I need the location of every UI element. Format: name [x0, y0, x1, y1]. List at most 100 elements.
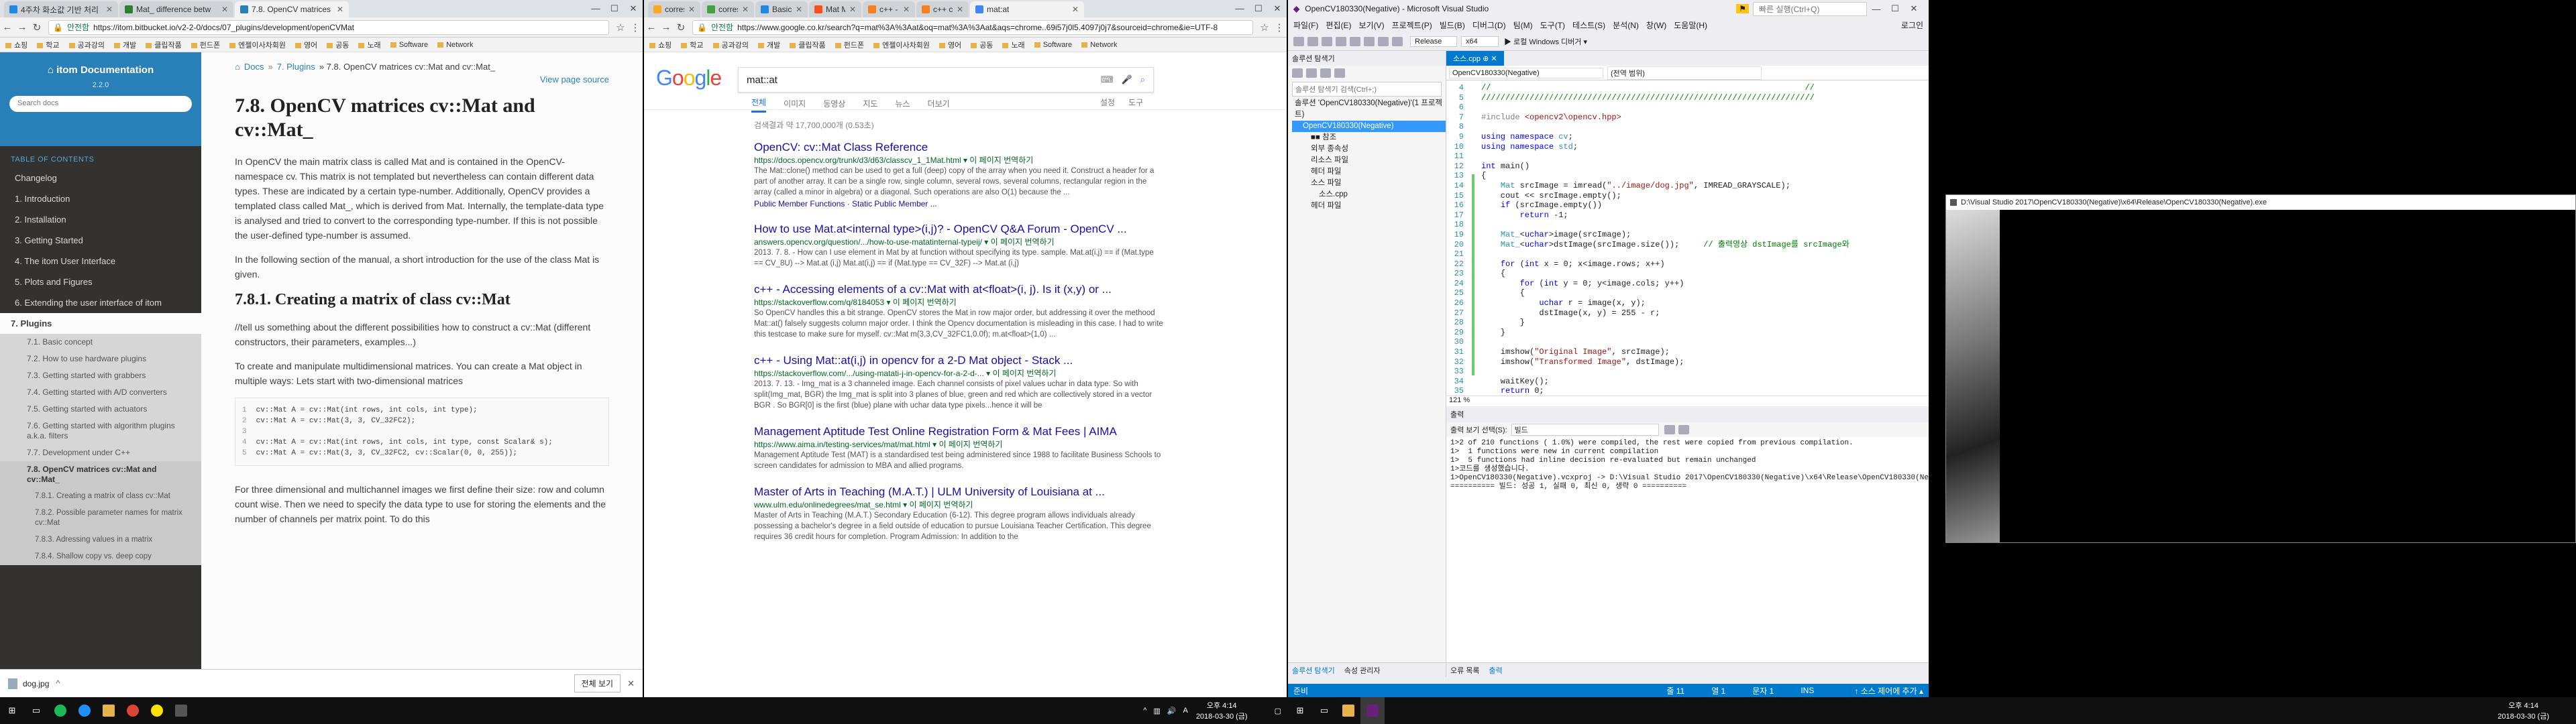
result-url[interactable]: https://docs.opencv.org/trunk/d3/d63/cla…	[754, 155, 1163, 166]
docs-title-link[interactable]: ⌂ itom Documentation	[0, 64, 201, 76]
breadcrumb-docs[interactable]: Docs	[244, 62, 264, 72]
bookmark-item[interactable]: 공동	[327, 40, 349, 50]
back-icon[interactable]: ←	[644, 21, 659, 33]
toc-subitem[interactable]: 7.6. Getting started with algorithm plug…	[0, 418, 201, 444]
result-sublinks[interactable]: Public Member Functions · Static Public …	[754, 199, 1163, 208]
vs-menu-item[interactable]: 도구(T)	[1540, 19, 1565, 31]
bookmark-item[interactable]: 노래	[358, 40, 380, 50]
add-to-source-control[interactable]: ↑ 소스 제어에 추가 ▴	[1854, 685, 1923, 697]
browser-tab[interactable]: correspo✕	[702, 1, 754, 17]
pin-icon[interactable]: ⊕	[1483, 55, 1489, 63]
left-url-input[interactable]: 🔒 안전함 https://itom.bitbucket.io/v2-2-0/d…	[48, 19, 609, 35]
vs-menu-item[interactable]: 창(W)	[1646, 19, 1666, 31]
tab-close-icon[interactable]: ✕	[899, 5, 910, 14]
tree-node[interactable]: OpenCV180330(Negative)	[1292, 121, 1446, 132]
tab-close-icon[interactable]: ✕	[1068, 5, 1079, 14]
bookmark-item[interactable]: 클립작품	[146, 40, 181, 50]
start-debugging-button[interactable]: ▶ 로컬 Windows 디버거 ▾	[1504, 36, 1587, 47]
toc-subitem[interactable]: 7.2. How to use hardware plugins	[0, 351, 201, 367]
bookmark-item[interactable]: 공과강의	[69, 40, 105, 50]
result-url[interactable]: https://stackoverflow.com/q/8184053 ▾ 이 …	[754, 297, 1163, 308]
close-button[interactable]: ✕	[624, 3, 643, 14]
maximize-button[interactable]: ☐	[605, 3, 624, 14]
start-icon[interactable]: ⊞	[0, 697, 24, 724]
toc-subitem[interactable]: 7.4. Getting started with A/D converters	[0, 384, 201, 401]
docs-search-input[interactable]: Search docs	[9, 96, 192, 112]
tray-up-icon[interactable]: ^	[1143, 707, 1146, 715]
vs-menu-item[interactable]: 테스트(S)	[1572, 19, 1605, 31]
project-scope-select[interactable]: OpenCV180330(Negative)	[1449, 67, 1603, 78]
input-language[interactable]: A	[1183, 707, 1187, 715]
forward-icon[interactable]: →	[15, 21, 30, 33]
toc-subitem[interactable]: 7.3. Getting started with grabbers	[0, 367, 201, 384]
menu-icon[interactable]: ⋮	[628, 21, 643, 34]
toc-subsubitem[interactable]: 7.8.2. Possible parameter names for matr…	[0, 505, 201, 532]
browser-tab[interactable]: Mat Mat✕	[809, 1, 861, 17]
minimize-button[interactable]: —	[1230, 3, 1249, 14]
tree-node[interactable]: 리소스 파일	[1292, 155, 1446, 166]
store-icon[interactable]	[169, 697, 193, 724]
toc-subsubitem[interactable]: 7.8.4. Shallow copy vs. deep copy	[0, 548, 201, 565]
vs-menu-item[interactable]: 빌드(B)	[1440, 19, 1465, 31]
new-tab-button[interactable]	[1085, 1, 1103, 17]
vs-menu-item[interactable]: 보기(V)	[1358, 19, 1384, 31]
bookmark-item[interactable]: Network	[437, 41, 473, 49]
tab-close-icon[interactable]: ✕	[953, 5, 963, 14]
tab-close-icon[interactable]: ✕	[217, 5, 228, 14]
toc-item-current[interactable]: 7. Plugins	[0, 313, 201, 334]
reload-icon[interactable]: ↻	[674, 21, 688, 34]
task-view-icon[interactable]: ▭	[24, 697, 48, 724]
global-scope-select[interactable]: (전역 범위)	[1607, 66, 1762, 80]
vs-menu-item[interactable]: 팀(M)	[1513, 19, 1533, 31]
breadcrumb-plugins[interactable]: 7. Plugins	[277, 62, 315, 72]
toc-item[interactable]: 4. The itom User Interface	[0, 251, 201, 272]
toc-subsubitem[interactable]: 7.8.3. Adressing values in a matrix	[0, 532, 201, 548]
network-icon[interactable]: ▥	[1153, 707, 1160, 715]
solution-explorer-tab[interactable]: 솔루션 탐색기	[1292, 665, 1335, 676]
output-source-select[interactable]: 빌드	[1511, 424, 1659, 436]
bookmark-item[interactable]: Software	[390, 41, 428, 49]
filter-icon[interactable]: ⚑	[1736, 4, 1749, 13]
result-url[interactable]: https://www.aima.in/testing-services/mat…	[754, 439, 1163, 450]
show-all-downloads-button[interactable]: 전체 보기	[574, 674, 621, 692]
maximize-button[interactable]: ☐	[1249, 3, 1268, 14]
tab-close-icon[interactable]: ✕	[102, 5, 113, 14]
search-tool[interactable]: 설정	[1100, 97, 1115, 108]
clock-left[interactable]: 오후 4:14 2018-03-30 (금)	[1196, 700, 1248, 721]
edge-icon[interactable]	[72, 697, 97, 724]
bookmark-item[interactable]: 쇼핑	[5, 40, 28, 50]
close-button[interactable]: ✕	[1268, 3, 1287, 14]
google-search-box[interactable]: mat::at ⌨ 🎤 ⌕	[738, 67, 1154, 93]
result-url[interactable]: https://stackoverflow.com/.../using-mata…	[754, 368, 1163, 379]
mic-icon[interactable]: 🎤	[1122, 74, 1132, 85]
save-icon[interactable]	[1350, 36, 1360, 46]
browser-tab[interactable]: correspo✕	[648, 1, 700, 17]
keyboard-icon[interactable]: ⌨	[1101, 74, 1114, 85]
tree-node[interactable]: 소스.cpp	[1292, 189, 1446, 200]
result-title-link[interactable]: c++ - Using Mat::at(i,j) in opencv for a…	[754, 353, 1163, 368]
browser-tab[interactable]: c++ c ✕	[916, 1, 969, 17]
task-view-icon[interactable]: ▭	[1312, 697, 1336, 724]
new-tab-button[interactable]	[350, 1, 368, 17]
download-file[interactable]: dog.jpg	[23, 679, 49, 688]
tree-node[interactable]: 소스 파일	[1292, 178, 1446, 189]
toc-subitem[interactable]: 7.7. Development under C++	[0, 444, 201, 461]
code-editor[interactable]: 4 // // 5 /////////////////////////////////…	[1446, 80, 1929, 396]
explorer-icon[interactable]	[1336, 697, 1360, 724]
bookmark-item[interactable]: Network	[1081, 41, 1117, 49]
browser-tab[interactable]: Mat_ difference betw ✕	[119, 1, 233, 17]
breadcrumb-home-icon[interactable]: ⌂	[235, 62, 240, 72]
bookmark-item[interactable]: 노래	[1002, 40, 1024, 50]
bookmark-item[interactable]: 학교	[37, 40, 59, 50]
close-button[interactable]: ✕	[1904, 3, 1923, 14]
platform-select[interactable]: x64	[1461, 36, 1499, 47]
output-tab[interactable]: 출력	[1489, 665, 1503, 676]
vs-menu-item[interactable]: 디버그(D)	[1472, 19, 1506, 31]
minimize-button[interactable]: —	[1867, 4, 1886, 14]
result-title-link[interactable]: Master of Arts in Teaching (M.A.T.) | UL…	[754, 485, 1163, 499]
bookmark-item[interactable]: 쇼핑	[649, 40, 672, 50]
toc-subitem-current[interactable]: 7.8. OpenCV matrices cv::Mat and cv::Mat…	[0, 461, 201, 488]
toc-item[interactable]: 1. Introduction	[0, 188, 201, 209]
forward-icon[interactable]: →	[659, 21, 674, 33]
vs-menu-item[interactable]: 분석(N)	[1613, 19, 1639, 31]
